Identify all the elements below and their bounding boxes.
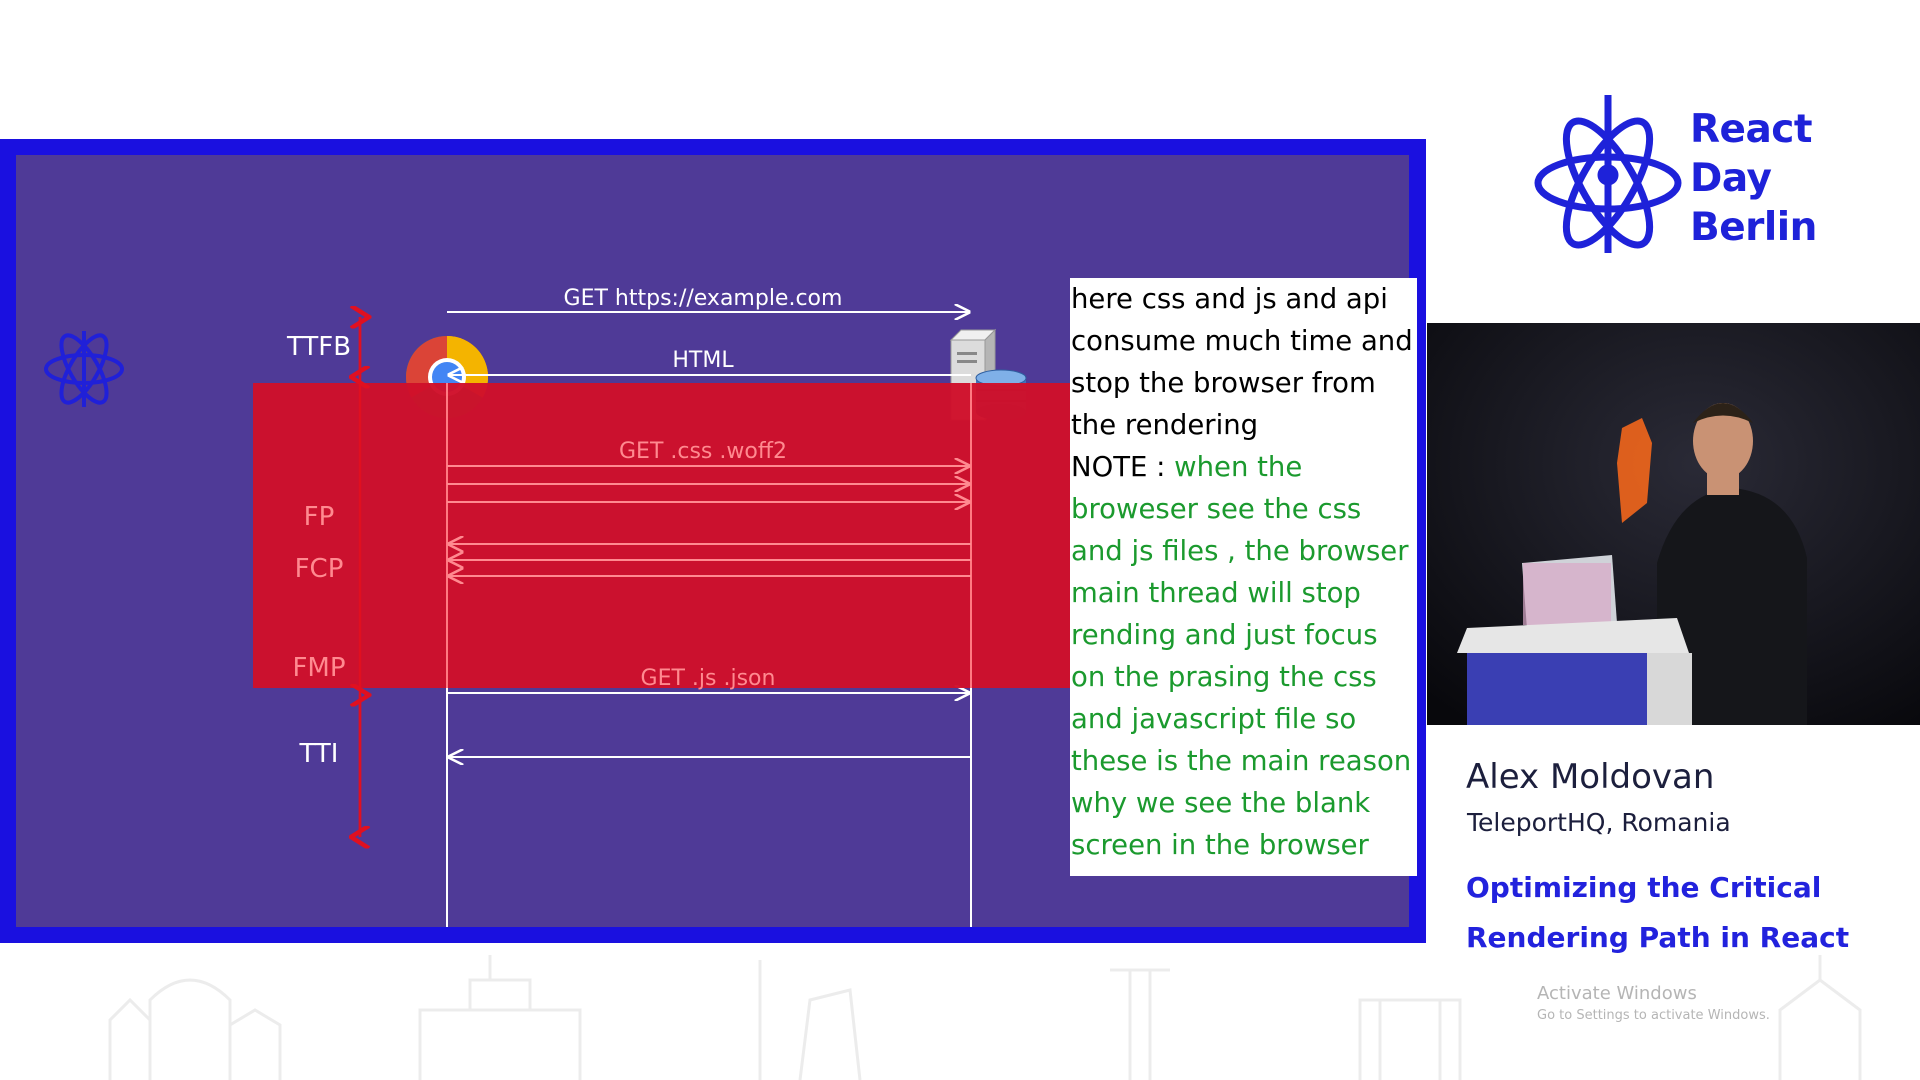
logo-line-berlin: Berlin — [1690, 205, 1817, 250]
speaker-video — [1427, 323, 1920, 725]
label-fmp: FMP — [292, 653, 345, 683]
speaker-name: Alex Moldovan — [1466, 757, 1715, 797]
berlin-skyline-decoration — [108, 955, 1862, 1080]
note-black-text: here css and js and api consume much tim… — [1071, 283, 1413, 441]
label-fcp: FCP — [295, 554, 344, 584]
speaker-organization: TeleportHQ, Romania — [1467, 808, 1731, 837]
logo-line-react: React — [1690, 107, 1813, 152]
label-get-css: GET .css .woff2 — [619, 439, 787, 464]
talk-title: Optimizing the Critical Rendering Path i… — [1466, 871, 1850, 954]
note-annotation-box: here css and js and api consume much tim… — [1070, 278, 1417, 876]
label-get-request: GET https://example.com — [564, 286, 843, 311]
label-fp: FP — [304, 502, 335, 532]
event-logo-text: React Day Berlin — [1690, 105, 1890, 252]
note-label: NOTE : — [1071, 451, 1175, 483]
label-ttfb: TTFB — [286, 332, 351, 362]
note-green-text: when the broweser see the css and js fil… — [1071, 451, 1412, 861]
label-html: HTML — [672, 348, 734, 373]
label-get-js: GET .js .json — [641, 666, 776, 691]
atom-logo-icon — [44, 331, 124, 407]
speaker-video-frame — [1427, 323, 1920, 725]
label-tti: TTI — [299, 739, 339, 769]
logo-line-day: Day — [1690, 156, 1772, 201]
